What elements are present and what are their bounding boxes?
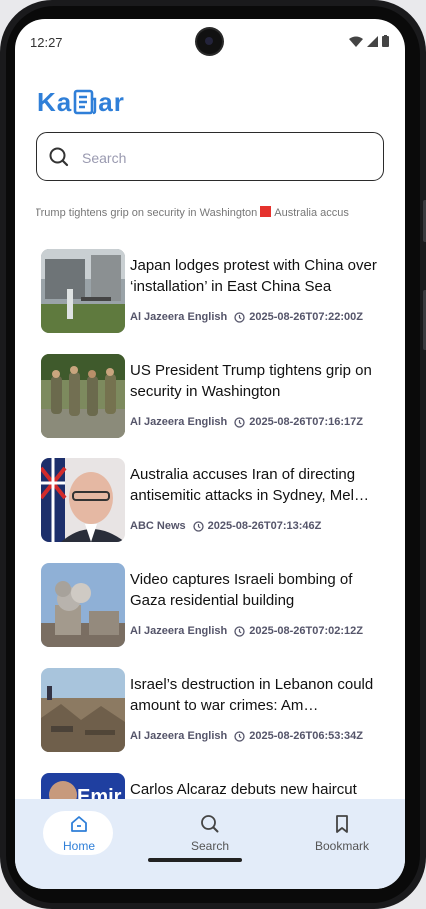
article-thumbnail — [41, 354, 125, 438]
clock-icon — [234, 311, 245, 323]
bottom-navigation: Home Search Bookmark — [15, 799, 405, 889]
article-time: 2025-08-26T07:16:17Z — [249, 416, 363, 428]
status-time: 12:27 — [30, 35, 63, 50]
clock-icon — [192, 520, 204, 532]
article-thumbnail — [41, 249, 125, 333]
article-meta: Al Jazeera English 2025-08-26T07:02:12Z — [130, 625, 363, 637]
nav-search[interactable]: Search — [176, 811, 244, 855]
nav-home-label: Home — [62, 839, 95, 853]
article-time: 2025-08-26T07:13:46Z — [207, 520, 322, 532]
newspaper-icon — [73, 89, 97, 115]
article-meta: ABC News 2025-08-26T07:13:46Z — [130, 520, 321, 532]
article-card[interactable]: Japan lodges protest with China over ‘in… — [15, 247, 405, 335]
article-thumbnail — [41, 668, 125, 752]
status-icons — [349, 35, 389, 47]
article-time: 2025-08-26T06:53:34Z — [249, 730, 363, 742]
app-screen: 12:27 Ka ar Search esident Trump tighten… — [15, 19, 405, 889]
search-icon — [201, 815, 219, 833]
article-meta: Al Jazeera English 2025-08-26T07:16:17Z — [130, 416, 363, 428]
clock-icon — [234, 625, 245, 637]
nav-bookmark[interactable]: Bookmark — [308, 811, 376, 855]
article-title: US President Trump tightens grip on secu… — [130, 362, 372, 400]
app-logo: Ka ar — [37, 85, 125, 119]
battery-icon — [382, 35, 389, 47]
article-thumbnail — [41, 563, 125, 647]
front-camera — [197, 29, 222, 54]
search-placeholder: Search — [82, 150, 127, 166]
article-title: Australia accuses Iran of directing anti… — [130, 466, 369, 504]
article-title: Israel’s destruction in Lebanon could am… — [130, 676, 374, 714]
article-card[interactable]: Israel’s destruction in Lebanon could am… — [15, 666, 405, 754]
article-card[interactable]: Australia accuses Iran of directing anti… — [15, 456, 405, 544]
nav-search-label: Search — [190, 839, 230, 853]
status-bar: 12:27 — [15, 19, 405, 63]
article-thumbnail — [41, 458, 125, 542]
logo-text-right: ar — [98, 86, 125, 117]
red-square-icon — [260, 206, 272, 217]
signal-icon — [367, 35, 378, 47]
nav-home[interactable]: Home — [43, 811, 113, 855]
article-source: ABC News — [130, 520, 186, 532]
article-title: Carlos Alcaraz debuts new haircut — [130, 781, 357, 798]
article-source: Al Jazeera English — [130, 625, 228, 637]
article-time: 2025-08-26T07:02:12Z — [249, 625, 363, 637]
logo-text-left: Ka — [37, 86, 73, 117]
wifi-icon — [349, 36, 363, 47]
headline-ticker[interactable]: esident Trump tightens grip on security … — [36, 205, 405, 221]
article-title: Japan lodges protest with China over ‘in… — [130, 257, 377, 295]
article-source: Al Jazeera English — [130, 730, 228, 742]
clock-icon — [234, 416, 245, 428]
article-meta: Al Jazeera English 2025-08-26T06:53:34Z — [130, 730, 363, 742]
article-source: Al Jazeera English — [130, 416, 228, 428]
clock-icon — [234, 730, 245, 742]
article-title: Video captures Israeli bombing of Gaza r… — [130, 571, 353, 609]
article-card[interactable]: US President Trump tightens grip on secu… — [15, 352, 405, 440]
article-card[interactable]: Video captures Israeli bombing of Gaza r… — [15, 561, 405, 649]
article-meta: Al Jazeera English 2025-08-26T07:22:00Z — [130, 311, 363, 323]
home-icon — [71, 816, 87, 832]
home-indicator[interactable] — [148, 858, 242, 862]
nav-bookmark-label: Bookmark — [314, 839, 370, 853]
article-source: Al Jazeera English — [130, 311, 228, 323]
bookmark-icon — [336, 815, 348, 833]
article-time: 2025-08-26T07:22:00Z — [249, 311, 363, 323]
ticker-text-left: esident Trump tightens grip on security … — [36, 207, 258, 219]
ticker-text-right: Australia accus — [274, 207, 349, 219]
search-icon — [49, 147, 69, 167]
search-input[interactable]: Search — [36, 132, 384, 181]
